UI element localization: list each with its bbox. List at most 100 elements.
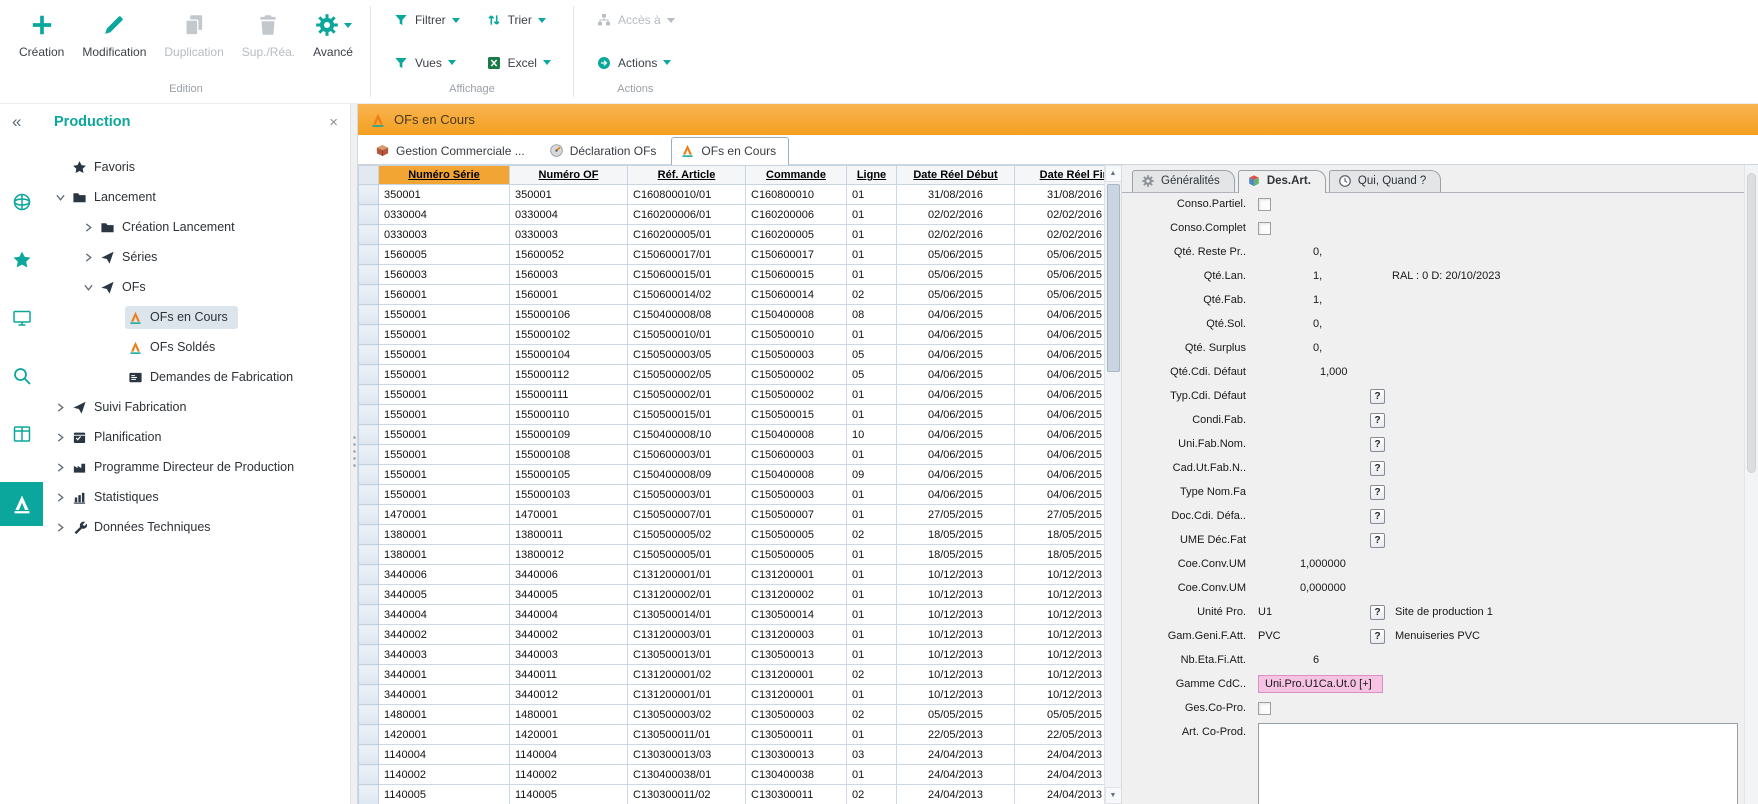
monitor-icon[interactable]	[12, 308, 32, 328]
help-button[interactable]: ?	[1370, 605, 1385, 620]
table-row[interactable]: 14200011420001C130500011/01C130500011012…	[359, 725, 1105, 745]
table-row[interactable]: 156000515600052C150600017/01C15060001701…	[359, 245, 1105, 265]
tree-item-series[interactable]: Séries	[43, 242, 350, 272]
row-header-cell[interactable]	[359, 545, 379, 565]
table-row[interactable]: 03300030330003C160200005/01C160200005010…	[359, 225, 1105, 245]
globe-icon[interactable]	[12, 192, 32, 212]
table-row[interactable]: 1550001155000102C150500010/01C1505000100…	[359, 325, 1105, 345]
table-row[interactable]: 1550001155000110C150500015/01C1505000150…	[359, 405, 1105, 425]
row-header-cell[interactable]	[359, 485, 379, 505]
tree-item-donnees-techniques[interactable]: Données Techniques	[43, 512, 350, 542]
column-header-commande[interactable]: Commande	[746, 166, 847, 185]
help-button[interactable]: ?	[1370, 461, 1385, 476]
checkbox[interactable]	[1258, 198, 1271, 211]
row-header-cell[interactable]	[359, 405, 379, 425]
table-row[interactable]: 11400021140002C130400038/01C130400038012…	[359, 765, 1105, 785]
avance-button[interactable]: Avancé	[304, 4, 362, 59]
table-row[interactable]: 1550001155000112C150500002/05C1505000020…	[359, 365, 1105, 385]
chevron-down-icon[interactable]	[51, 193, 69, 202]
tree-item-demandes-de-fabrication[interactable]: Demandes de Fabrication	[43, 362, 350, 392]
vues-button[interactable]: Vues	[393, 55, 460, 71]
help-button[interactable]: ?	[1370, 413, 1385, 428]
filtrer-button[interactable]: Filtrer	[393, 12, 460, 28]
co-product-textarea[interactable]	[1258, 723, 1738, 804]
row-header-cell[interactable]	[359, 705, 379, 725]
row-header-cell[interactable]	[359, 285, 379, 305]
doc-tab-declaration-ofs[interactable]: Déclaration OFs	[540, 137, 670, 164]
star-icon[interactable]	[12, 250, 32, 270]
table-row[interactable]: 03300040330004C160200006/01C160200006010…	[359, 205, 1105, 225]
table-row[interactable]: 34400013440011C131200001/02C131200001021…	[359, 665, 1105, 685]
trier-button[interactable]: Trier	[486, 12, 551, 28]
column-header-ref-article[interactable]: Réf. Article	[628, 166, 746, 185]
collapse-sidebar-button[interactable]: «	[12, 112, 38, 132]
row-header-cell[interactable]	[359, 425, 379, 445]
column-header-ligne[interactable]: Ligne	[847, 166, 897, 185]
table-row[interactable]: 1550001155000105C150400008/09C1504000080…	[359, 465, 1105, 485]
row-header-cell[interactable]	[359, 725, 379, 745]
help-button[interactable]: ?	[1370, 485, 1385, 500]
tree-item-creation-lancement[interactable]: Création Lancement	[43, 212, 350, 242]
row-header-cell[interactable]	[359, 505, 379, 525]
chevron-down-icon[interactable]	[79, 283, 97, 292]
sup-rea-button[interactable]: Sup./Réa.	[233, 4, 304, 59]
excel-button[interactable]: Excel	[486, 55, 551, 71]
row-header-cell[interactable]	[359, 325, 379, 345]
checkbox[interactable]	[1258, 222, 1271, 235]
board-icon[interactable]	[12, 424, 32, 444]
help-button[interactable]: ?	[1370, 509, 1385, 524]
row-header-cell[interactable]	[359, 385, 379, 405]
table-row[interactable]: 34400033440003C130500013/01C130500013011…	[359, 645, 1105, 665]
scroll-up-button[interactable]: ▲	[1105, 165, 1122, 182]
production-module-icon[interactable]	[0, 482, 43, 526]
row-header-cell[interactable]	[359, 445, 379, 465]
tree-item-planification[interactable]: Planification	[43, 422, 350, 452]
table-row[interactable]: 1550001155000111C150500002/01C1505000020…	[359, 385, 1105, 405]
table-row[interactable]: 34400063440006C131200001/01C131200001011…	[359, 565, 1105, 585]
help-button[interactable]: ?	[1370, 629, 1385, 644]
search-icon[interactable]	[12, 366, 32, 386]
table-row[interactable]: 138000113800012C150500005/01C15050000501…	[359, 545, 1105, 565]
tree-item-favoris[interactable]: Favoris	[43, 152, 350, 182]
table-row[interactable]: 34400013440012C131200001/01C131200001011…	[359, 685, 1105, 705]
tree-item-suivi-fabrication[interactable]: Suivi Fabrication	[43, 392, 350, 422]
table-row[interactable]: 11400041140004C130300013/03C130300013032…	[359, 745, 1105, 765]
tree-item-ofs-soldes[interactable]: OFs Soldés	[43, 332, 350, 362]
table-row[interactable]: 34400043440004C130500014/01C130500014011…	[359, 605, 1105, 625]
table-row[interactable]: 1550001155000103C150500003/01C1505000030…	[359, 485, 1105, 505]
table-row[interactable]: 15600031560003C150600015/01C150600015010…	[359, 265, 1105, 285]
chevron-right-icon[interactable]	[79, 223, 97, 232]
tree-item-programme-directeur-de-production[interactable]: Programme Directeur de Production	[43, 452, 350, 482]
table-row[interactable]: 14800011480001C130500003/02C130500003020…	[359, 705, 1105, 725]
help-button[interactable]: ?	[1370, 437, 1385, 452]
table-row[interactable]: 350001350001C160800010/01C1608000100131/…	[359, 185, 1105, 205]
table-row[interactable]: 1550001155000109C150400008/10C1504000081…	[359, 425, 1105, 445]
field-value-highlight[interactable]: Uni.Pro.U1Ca.Ut.0 [+]	[1258, 675, 1383, 693]
actions-button[interactable]: Actions	[596, 55, 675, 71]
scroll-thumb[interactable]	[1107, 184, 1120, 372]
table-row[interactable]: 11400051140005C130300011/02C130300011022…	[359, 785, 1105, 804]
row-header-cell[interactable]	[359, 625, 379, 645]
chevron-right-icon[interactable]	[51, 403, 69, 412]
detail-scrollbar[interactable]	[1744, 165, 1758, 804]
tree-item-lancement[interactable]: Lancement	[43, 182, 350, 212]
chevron-right-icon[interactable]	[51, 433, 69, 442]
row-header-cell[interactable]	[359, 785, 379, 804]
table-row[interactable]: 1550001155000106C150400008/08C1504000080…	[359, 305, 1105, 325]
table-scrollbar[interactable]: ▲ ▼	[1104, 165, 1121, 804]
duplication-button[interactable]: Duplication	[155, 4, 232, 59]
chevron-right-icon[interactable]	[51, 463, 69, 472]
scroll-down-button[interactable]: ▼	[1105, 787, 1122, 804]
help-button[interactable]: ?	[1370, 389, 1385, 404]
close-icon[interactable]: ×	[329, 114, 338, 131]
chevron-right-icon[interactable]	[51, 493, 69, 502]
creation-button[interactable]: Création	[10, 4, 73, 59]
row-header-cell[interactable]	[359, 185, 379, 205]
table-row[interactable]: 15600011560001C150600014/02C150600014020…	[359, 285, 1105, 305]
column-header-numero-serie[interactable]: Numéro Série	[379, 166, 510, 185]
column-header-numero-of[interactable]: Numéro OF	[510, 166, 628, 185]
table-row[interactable]: 138000113800011C150500005/02C15050000502…	[359, 525, 1105, 545]
row-header-cell[interactable]	[359, 645, 379, 665]
detail-scroll-thumb[interactable]	[1747, 173, 1756, 473]
row-header-cell[interactable]	[359, 605, 379, 625]
